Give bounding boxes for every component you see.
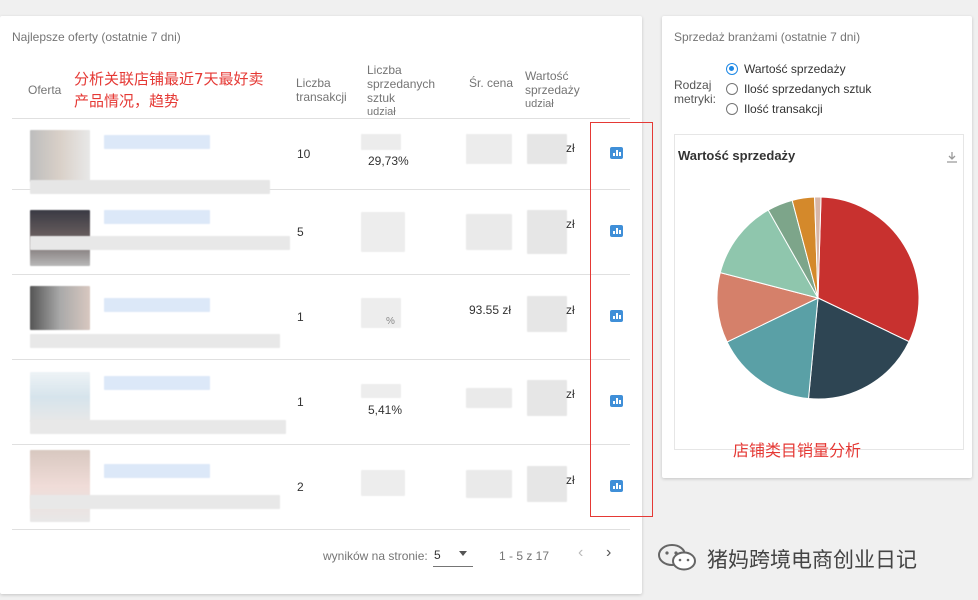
sales-value [527,380,567,416]
metric-option-transactions[interactable]: Ilość transakcji [726,101,823,117]
metric-label-line1: Rodzaj [674,78,712,92]
annotation-top-line2: 产品情况，趋势 [74,92,180,110]
wechat-logo-icon [658,544,696,571]
pie-chart [716,196,920,400]
page-range: 1 - 5 z 17 [499,549,550,563]
col-units-share: udział [367,106,396,118]
sales-value-unit: zł [566,217,575,231]
col-offer[interactable]: Oferta [28,83,61,97]
sales-value [527,134,567,164]
download-icon[interactable] [945,150,959,164]
chevron-down-icon [459,551,467,556]
offer-link[interactable] [104,376,210,390]
row-divider [12,359,630,360]
offer-subtitle [30,420,286,434]
offer-thumbnail[interactable] [30,130,90,182]
option-label: Ilość transakcji [744,102,823,116]
transactions-value: 2 [297,480,304,494]
units-share-value: 5,41% [368,403,403,417]
per-page-label: wyników na stronie: [323,549,428,563]
offer-link[interactable] [104,210,210,224]
radio-icon [726,83,738,95]
metric-label-line2: metryki: [674,92,716,106]
offer-link[interactable] [104,464,210,478]
units-share-value: % [386,316,395,327]
row-divider [12,529,630,530]
units-value [361,298,401,328]
offer-subtitle [30,236,290,250]
offer-subtitle [30,334,280,348]
header-divider [12,118,630,119]
watermark-text: 猪妈跨境电商创业日记 [707,548,917,572]
col-avg-price[interactable]: Śr. cena [469,76,513,90]
row-divider [12,444,630,445]
metric-option-sales-value[interactable]: Wartość sprzedaży [726,61,846,77]
option-label: Ilość sprzedanych sztuk [744,82,872,96]
sales-value [527,466,567,502]
transactions-value: 5 [297,225,304,239]
units-share-value: 29,73% [368,154,409,168]
col-units-sold[interactable]: Liczba sprzedanych sztuk [367,63,447,105]
annotation-box [590,122,653,517]
chart-title: Wartość sprzedaży [678,148,796,163]
avg-price-value: 93.55 zł [469,303,512,317]
offer-thumbnail[interactable] [30,450,90,522]
offer-link[interactable] [104,298,210,312]
row-divider [12,274,630,275]
col-transactions[interactable]: Liczba transakcji [296,76,356,104]
radio-icon [726,63,738,75]
transactions-value: 1 [297,395,304,409]
sales-by-category-title: Sprzedaż branżami (ostatnie 7 dni) [674,30,861,44]
col-value-share: udział [525,98,554,110]
offer-thumbnail[interactable] [30,372,90,422]
avg-price-value [466,214,512,250]
units-value [361,134,401,150]
sales-value-unit: zł [566,473,575,487]
avg-price-value [466,470,512,498]
transactions-value: 1 [297,310,304,324]
option-label: Wartość sprzedaży [744,62,846,76]
metric-option-units-sold[interactable]: Ilość sprzedanych sztuk [726,81,871,97]
sales-value-unit: zł [566,387,575,401]
sales-value-unit: zł [566,303,575,317]
sales-value-unit: zł [566,141,575,155]
units-value [361,470,405,496]
sales-value [527,210,567,254]
avg-price-value [466,134,512,164]
next-page-icon[interactable]: › [606,544,611,562]
sales-value [527,296,567,332]
offer-subtitle [30,180,270,194]
prev-page-icon[interactable]: ‹ [578,544,583,562]
radio-icon [726,103,738,115]
units-value [361,384,401,398]
col-sales-value[interactable]: Wartość sprzedaży [525,69,585,97]
annotation-top-line1: 分析关联店铺最近7天最好卖 [74,70,264,88]
offer-thumbnail[interactable] [30,286,90,330]
per-page-value: 5 [434,548,441,562]
metric-label: Rodzaj metryki: [674,78,716,106]
per-page-select[interactable]: 5 [433,545,473,567]
annotation-bottom: 店铺类目销量分析 [733,441,862,460]
units-value [361,212,405,252]
transactions-value: 10 [297,147,311,161]
offer-subtitle [30,495,280,509]
avg-price-value [466,388,512,408]
offer-link[interactable] [104,135,210,149]
top-offers-title: Najlepsze oferty (ostatnie 7 dni) [12,30,181,44]
